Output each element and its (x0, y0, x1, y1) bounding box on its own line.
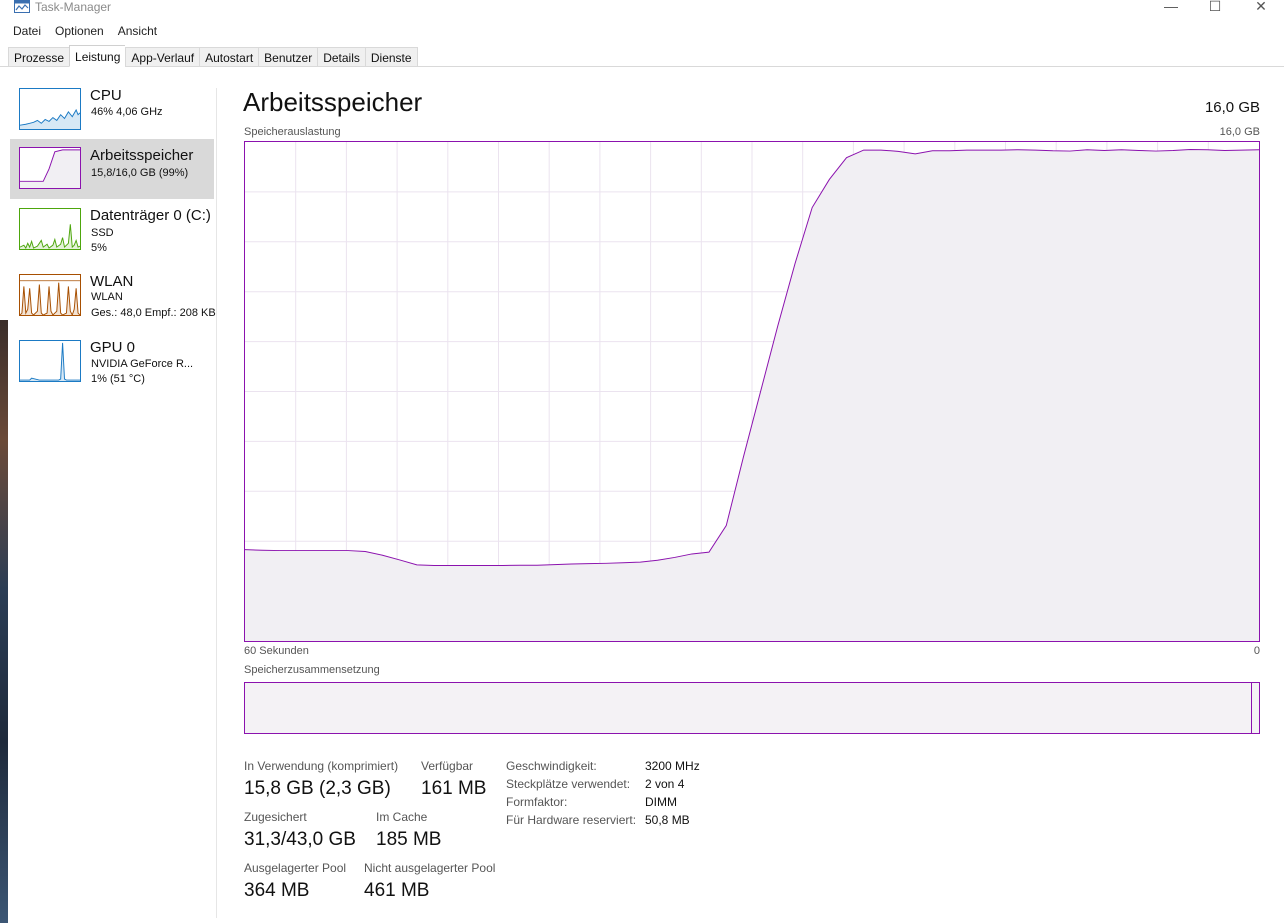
menu-ansicht[interactable]: Ansicht (111, 24, 164, 40)
sidebar-item-detail-2: Ges.: 48,0 Empf.: 208 KB (91, 307, 216, 319)
spec-reserved-value: 50,8 MB (645, 813, 690, 827)
wlan-thumbnail-graph (19, 274, 81, 316)
nonpaged-pool-label: Nicht ausgelagerter Pool (364, 861, 496, 875)
available-label: Verfügbar (421, 759, 474, 773)
sidebar-item-title: CPU (90, 87, 122, 104)
maximize-icon[interactable]: ☐ (1192, 0, 1238, 15)
sidebar-divider (216, 88, 217, 918)
paged-pool-value: 364 MB (244, 880, 310, 901)
sidebar-item-gpu[interactable]: GPU 0 NVIDIA GeForce R... 1% (51 °C) (10, 332, 214, 392)
sidebar-item-detail: 15,8/16,0 GB (99%) (91, 167, 189, 179)
sidebar-item-title: Arbeitsspeicher (90, 147, 194, 164)
available-value: 161 MB (421, 778, 487, 799)
sidebar-item-cpu[interactable]: CPU 46% 4,06 GHz (10, 78, 214, 138)
desktop-background-strip (0, 320, 8, 923)
sidebar-item-arbeitsspeicher[interactable]: Arbeitsspeicher 15,8/16,0 GB (99%) (10, 139, 214, 199)
window-title: Task-Manager (35, 0, 112, 14)
spec-reserved-label: Für Hardware reserviert: (506, 813, 637, 827)
sidebar-item-detail: NVIDIA GeForce R... (91, 358, 194, 370)
sidebar-item-title: GPU 0 (90, 339, 136, 356)
sidebar-item-wlan[interactable]: WLAN WLAN Ges.: 48,0 Empf.: 208 KB (10, 266, 216, 326)
page-title: Arbeitsspeicher (243, 87, 423, 117)
memory-composition-bar[interactable] (244, 682, 1260, 734)
committed-value: 31,3/43,0 GB (244, 829, 356, 850)
spec-speed-label: Geschwindigkeit: (506, 759, 597, 773)
cached-label: Im Cache (376, 810, 428, 824)
cpu-thumbnail-graph (19, 88, 81, 130)
menu-optionen[interactable]: Optionen (48, 24, 111, 40)
memory-thumbnail-graph (19, 147, 81, 189)
tab-benutzer[interactable]: Benutzer (258, 47, 318, 67)
tab-autostart[interactable]: Autostart (199, 47, 259, 67)
tab-details[interactable]: Details (317, 47, 365, 67)
committed-label: Zugesichert (244, 810, 307, 824)
tab-app-verlauf[interactable]: App-Verlauf (125, 47, 200, 67)
sidebar-item-detail: SSD (91, 227, 114, 239)
composition-label: Speicherzusammensetzung (244, 664, 380, 676)
sidebar-item-detail-2: 1% (51 °C) (91, 373, 145, 385)
minimize-icon[interactable]: — (1148, 0, 1194, 15)
menu-datei[interactable]: Datei (6, 24, 48, 40)
memory-total: 16,0 GB (1204, 99, 1260, 116)
x-axis-right-label: 0 (1253, 645, 1260, 657)
sidebar-item-detail-2: 5% (91, 242, 107, 254)
in-use-value: 15,8 GB (2,3 GB) (244, 778, 391, 799)
sidebar-item-datentraeger[interactable]: Datenträger 0 (C:) SSD 5% (10, 200, 214, 260)
task-manager-window: Task-Manager — ☐ ✕ Datei Optionen Ansich… (0, 0, 1284, 923)
tab-leistung[interactable]: Leistung (69, 45, 126, 67)
sidebar-item-title: WLAN (90, 273, 134, 290)
in-use-label: In Verwendung (komprimiert) (244, 759, 399, 773)
gpu-thumbnail-graph (19, 340, 81, 382)
menu-bar: Datei Optionen Ansicht (6, 24, 164, 40)
spec-speed-value: 3200 MHz (645, 759, 700, 773)
disk-thumbnail-graph (19, 208, 81, 250)
tab-dienste[interactable]: Dienste (364, 47, 418, 67)
title-bar: Task-Manager — ☐ ✕ (0, 0, 1284, 16)
cached-value: 185 MB (376, 829, 442, 850)
x-axis-left-label: 60 Sekunden (244, 645, 309, 657)
memory-usage-chart (244, 141, 1260, 642)
spec-slots-label: Steckplätze verwendet: (506, 777, 631, 791)
spec-formfactor-label: Formfaktor: (506, 795, 568, 809)
close-icon[interactable]: ✕ (1238, 0, 1284, 15)
sidebar-item-title: Datenträger 0 (C:) (90, 207, 211, 224)
graph-label: Speicherauslastung (244, 126, 341, 138)
task-manager-icon (14, 0, 30, 13)
nonpaged-pool-value: 461 MB (364, 880, 430, 901)
paged-pool-label: Ausgelagerter Pool (244, 861, 347, 875)
sidebar-item-detail: 46% 4,06 GHz (91, 106, 163, 118)
tab-bar: Prozesse Leistung App-Verlauf Autostart … (8, 45, 418, 67)
composition-segment-free (1251, 683, 1253, 733)
spec-formfactor-value: DIMM (645, 795, 677, 809)
tab-prozesse[interactable]: Prozesse (8, 47, 70, 67)
graph-max-label: 16,0 GB (1219, 126, 1260, 138)
sidebar-item-detail: WLAN (91, 291, 123, 303)
spec-slots-value: 2 von 4 (645, 777, 685, 791)
